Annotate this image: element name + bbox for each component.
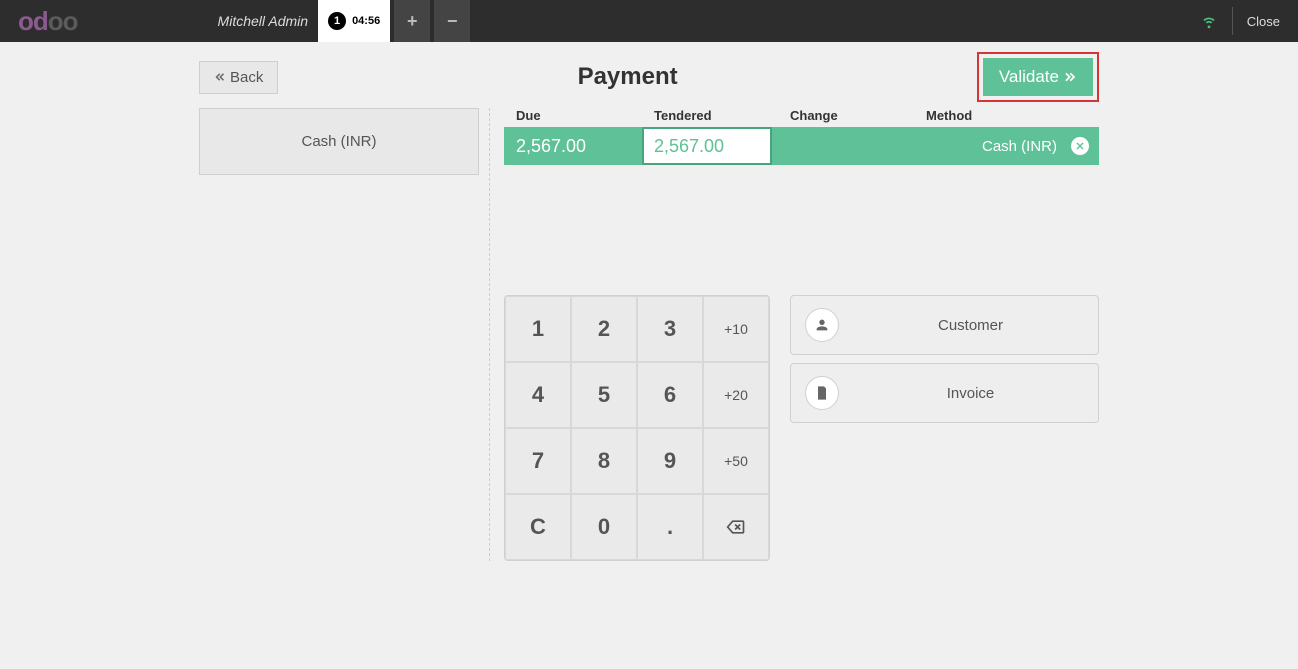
- customer-icon: [805, 308, 839, 342]
- key-4[interactable]: 4: [505, 362, 571, 428]
- validate-label: Validate: [999, 67, 1059, 87]
- back-label: Back: [230, 69, 263, 86]
- key-2[interactable]: 2: [571, 296, 637, 362]
- tendered-input[interactable]: 2,567.00: [642, 127, 772, 165]
- key-9[interactable]: 9: [637, 428, 703, 494]
- col-tendered: Tendered: [654, 108, 790, 123]
- customer-label: Customer: [857, 317, 1084, 334]
- username[interactable]: Mitchell Admin: [218, 13, 309, 29]
- key-plus50[interactable]: +50: [703, 428, 769, 494]
- page-title: Payment: [278, 63, 976, 91]
- col-method: Method: [926, 108, 1091, 123]
- close-icon: [1075, 141, 1085, 151]
- payline-method: Cash (INR): [982, 138, 1057, 155]
- payline-due: 2,567.00: [504, 136, 642, 157]
- key-8[interactable]: 8: [571, 428, 637, 494]
- invoice-icon: [805, 376, 839, 410]
- col-change: Change: [790, 108, 926, 123]
- key-backspace[interactable]: [703, 494, 769, 560]
- key-dot[interactable]: .: [637, 494, 703, 560]
- invoice-label: Invoice: [857, 385, 1084, 402]
- key-1[interactable]: 1: [505, 296, 571, 362]
- customer-button[interactable]: Customer: [790, 295, 1099, 355]
- numpad: 1 2 3 +10 4 5 6 +20 7 8 9 +50 C 0 .: [504, 295, 770, 561]
- key-plus10[interactable]: +10: [703, 296, 769, 362]
- odoo-logo: odoo: [18, 6, 78, 37]
- add-tab-button[interactable]: +: [394, 0, 430, 42]
- key-clear[interactable]: C: [505, 494, 571, 560]
- tab-badge: 1: [328, 12, 346, 30]
- key-3[interactable]: 3: [637, 296, 703, 362]
- wifi-icon: [1200, 12, 1218, 30]
- backspace-icon: [726, 517, 746, 537]
- chevron-left-icon: [214, 71, 226, 83]
- payment-line[interactable]: 2,567.00 2,567.00 Cash (INR): [504, 127, 1099, 165]
- key-0[interactable]: 0: [571, 494, 637, 560]
- summary-header: Due Tendered Change Method: [504, 108, 1099, 127]
- order-tab[interactable]: 1 04:56: [318, 0, 390, 42]
- remove-tab-button[interactable]: −: [434, 0, 470, 42]
- remove-payline-button[interactable]: [1071, 137, 1089, 155]
- key-5[interactable]: 5: [571, 362, 637, 428]
- payment-methods-panel: Cash (INR): [199, 108, 489, 561]
- validate-highlight: Validate: [977, 52, 1099, 102]
- topbar: odoo Mitchell Admin 1 04:56 + − Close: [0, 0, 1298, 42]
- back-button[interactable]: Back: [199, 61, 278, 94]
- key-plus20[interactable]: +20: [703, 362, 769, 428]
- key-7[interactable]: 7: [505, 428, 571, 494]
- key-6[interactable]: 6: [637, 362, 703, 428]
- payment-method-cash[interactable]: Cash (INR): [199, 108, 479, 175]
- col-due: Due: [516, 108, 654, 123]
- validate-button[interactable]: Validate: [983, 58, 1093, 96]
- chevron-right-icon: [1063, 70, 1077, 84]
- invoice-button[interactable]: Invoice: [790, 363, 1099, 423]
- close-button[interactable]: Close: [1247, 14, 1280, 29]
- tab-time: 04:56: [352, 15, 380, 27]
